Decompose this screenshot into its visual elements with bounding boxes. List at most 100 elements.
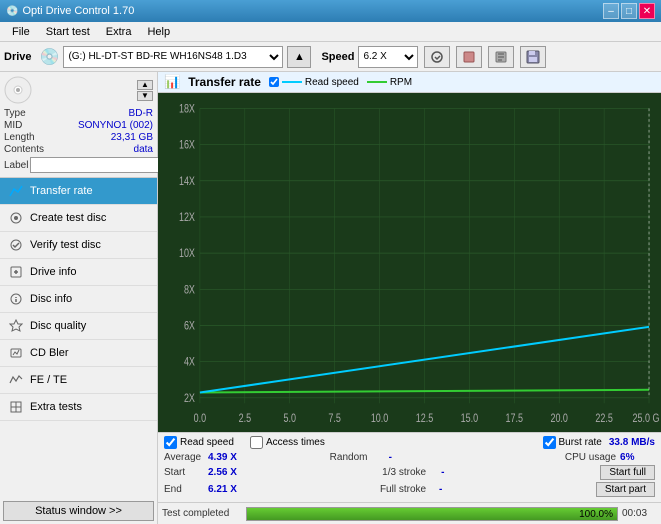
start-full-button[interactable]: Start full: [600, 465, 655, 480]
access-times-checkbox[interactable]: [250, 436, 263, 449]
legend-read-speed-checkbox[interactable]: [269, 77, 279, 87]
read-speed-color: [282, 81, 302, 83]
extra-tests-icon: [8, 399, 24, 415]
svg-text:14X: 14X: [179, 175, 195, 189]
toolbar-btn-3[interactable]: [488, 46, 514, 68]
nav-extra-tests[interactable]: Extra tests: [0, 394, 157, 421]
end-label: End: [164, 484, 204, 495]
toolbar-btn-1[interactable]: [424, 46, 450, 68]
svg-text:15.0: 15.0: [461, 412, 479, 426]
full-stroke-label: Full stroke: [380, 484, 435, 495]
read-speed-checkbox[interactable]: [164, 436, 177, 449]
eject-button[interactable]: ▲: [287, 46, 311, 68]
svg-text:12X: 12X: [179, 211, 195, 225]
nav-fe-te-label: FE / TE: [30, 374, 67, 386]
svg-text:18X: 18X: [179, 102, 195, 116]
close-button[interactable]: ✕: [639, 3, 655, 19]
nav-verify-test-disc-label: Verify test disc: [30, 239, 101, 251]
svg-text:5.0: 5.0: [283, 412, 296, 426]
drive-icon: 💿: [40, 47, 60, 67]
svg-text:0.0: 0.0: [194, 412, 207, 426]
menu-help[interactable]: Help: [139, 24, 178, 40]
create-test-disc-icon: [8, 210, 24, 226]
progress-track: 100.0%: [246, 507, 618, 521]
app-title: Opti Drive Control 1.70: [22, 5, 134, 17]
svg-text:8X: 8X: [184, 283, 195, 297]
nav-create-test-disc[interactable]: Create test disc: [0, 205, 157, 232]
nav-disc-quality[interactable]: Disc quality: [0, 313, 157, 340]
start-part-wrapper: Start part: [596, 482, 655, 497]
disc-info-icon: [8, 291, 24, 307]
time-display: 00:03: [622, 508, 657, 519]
nav-transfer-rate[interactable]: Transfer rate: [0, 178, 157, 205]
chart-checkboxes: Read speed Access times Burst rate 33.8 …: [164, 436, 655, 449]
disc-nav-buttons: ▲ ▼: [137, 80, 153, 101]
legend-read-speed-label: Read speed: [305, 77, 359, 88]
chart-footer: Read speed Access times Burst rate 33.8 …: [158, 432, 661, 502]
random-label: Random: [330, 452, 385, 463]
drive-select[interactable]: (G:) HL-DT-ST BD-RE WH16NS48 1.D3: [63, 46, 283, 68]
nav-cd-bler[interactable]: CD Bler: [0, 340, 157, 367]
speed-select[interactable]: 6.2 X: [358, 46, 418, 68]
progress-bar-area: Test completed 100.0% 00:03: [158, 502, 661, 524]
disc-mid-value: SONYNO1 (002): [78, 120, 153, 131]
content-area: 📊 Transfer rate Read speed RPM: [158, 72, 661, 524]
disc-mid-row: MID SONYNO1 (002): [4, 120, 153, 131]
menu-extra[interactable]: Extra: [98, 24, 140, 40]
transfer-rate-icon: [8, 183, 24, 199]
svg-text:4X: 4X: [184, 355, 195, 369]
speed-label: Speed: [321, 51, 354, 63]
disc-type-value: BD-R: [129, 108, 153, 119]
svg-text:10.0: 10.0: [371, 412, 389, 426]
disc-contents-value: data: [134, 144, 153, 155]
disc-mid-label: MID: [4, 120, 22, 131]
nav-verify-test-disc[interactable]: Verify test disc: [0, 232, 157, 259]
svg-text:7.5: 7.5: [328, 412, 341, 426]
stat-full-stroke: Full stroke -: [380, 482, 590, 497]
nav-fe-te[interactable]: FE / TE: [0, 367, 157, 394]
menu-file[interactable]: File: [4, 24, 38, 40]
svg-text:25.0 GB: 25.0 GB: [633, 412, 659, 426]
legend-rpm-label: RPM: [390, 77, 412, 88]
one-third-value: -: [441, 467, 461, 478]
nav-disc-info[interactable]: Disc info: [0, 286, 157, 313]
stats-row-1: Average 4.39 X Random - CPU usage 6%: [164, 452, 655, 463]
stat-start: Start 2.56 X: [164, 465, 376, 480]
nav-extra-tests-label: Extra tests: [30, 401, 82, 413]
toolbar-btn-save[interactable]: [520, 46, 546, 68]
chart-icon: 📊: [164, 74, 180, 90]
legend-read-speed: Read speed: [269, 77, 359, 88]
stat-one-third-stroke: 1/3 stroke -: [382, 465, 594, 480]
nav-create-test-disc-label: Create test disc: [30, 212, 106, 224]
disc-label-text: Label: [4, 160, 28, 171]
stat-end: End 6.21 X: [164, 482, 374, 497]
svg-text:10X: 10X: [179, 247, 195, 261]
nav-transfer-rate-label: Transfer rate: [30, 185, 93, 197]
disc-graphic: [4, 76, 32, 104]
maximize-button[interactable]: □: [621, 3, 637, 19]
disc-next-button[interactable]: ▼: [137, 91, 153, 101]
burst-rate-checkbox[interactable]: [543, 436, 556, 449]
verify-test-disc-icon: [8, 237, 24, 253]
title-bar: 💿 Opti Drive Control 1.70 – □ ✕: [0, 0, 661, 22]
stat-average: Average 4.39 X: [164, 452, 324, 463]
random-value: -: [389, 452, 409, 463]
menu-start-test[interactable]: Start test: [38, 24, 98, 40]
cpu-label: CPU usage: [565, 452, 616, 463]
status-window-button[interactable]: Status window >>: [3, 501, 154, 521]
disc-type-row: Type BD-R: [4, 108, 153, 119]
start-part-button[interactable]: Start part: [596, 482, 655, 497]
disc-prev-button[interactable]: ▲: [137, 80, 153, 90]
disc-label-input[interactable]: [30, 157, 168, 173]
toolbar-btn-2[interactable]: [456, 46, 482, 68]
minimize-button[interactable]: –: [603, 3, 619, 19]
full-stroke-value: -: [439, 484, 459, 495]
checkbox-burst-rate: Burst rate 33.8 MB/s: [543, 436, 656, 449]
svg-text:22.5: 22.5: [595, 412, 613, 426]
chart-container: 18X 16X 14X 12X 10X 8X 6X 4X 2X 0.0 2.5 …: [158, 93, 661, 432]
nav-drive-info[interactable]: Drive info: [0, 259, 157, 286]
disc-info-panel: ▲ ▼ Type BD-R MID SONYNO1 (002) Length 2…: [0, 72, 157, 178]
chart-header: 📊 Transfer rate Read speed RPM: [158, 72, 661, 93]
average-value: 4.39 X: [208, 452, 243, 463]
main-layout: ▲ ▼ Type BD-R MID SONYNO1 (002) Length 2…: [0, 72, 661, 524]
